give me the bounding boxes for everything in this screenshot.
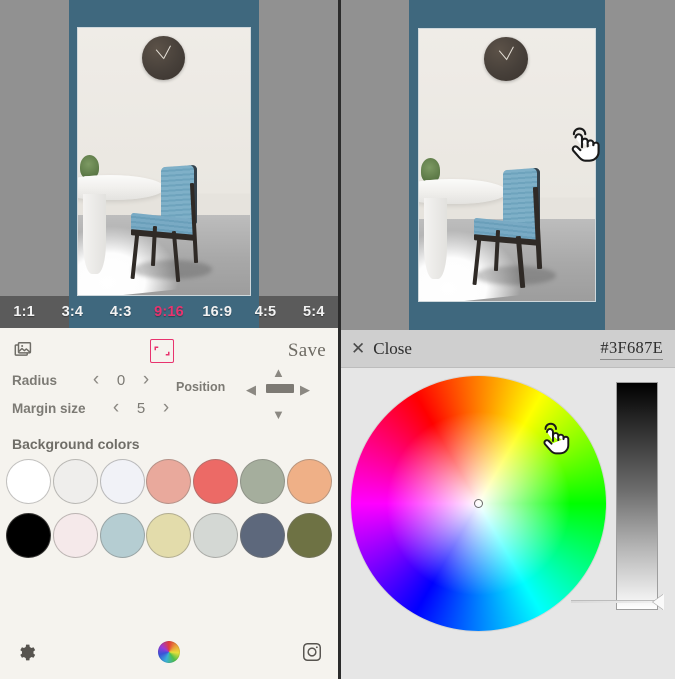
ratio-tab-4-5[interactable]: 4:5 [241,304,289,320]
ratio-tab-3-4[interactable]: 3:4 [48,304,96,320]
preview-photo [77,27,251,296]
close-label: Close [373,338,412,358]
brightness-slider[interactable] [571,382,663,610]
ratio-tab-9-16[interactable]: 9:16 [145,304,193,320]
ratio-tab-4-3[interactable]: 4:3 [97,304,145,320]
gear-icon[interactable] [14,640,38,664]
radius-decrement-button[interactable]: ‹ [84,369,108,391]
position-down-button[interactable]: ▼ [272,408,285,421]
swatch-lavender-white[interactable] [99,459,145,504]
brightness-slider-handle[interactable] [571,600,663,603]
bottom-toolbar [0,625,338,679]
scene-wall-clock [141,36,185,81]
color-picker-header: ✕ Close #3F687E [341,330,675,368]
scene-wall-clock-right [484,37,529,81]
margin-decrement-button[interactable]: ‹ [104,397,128,419]
wheel-cursor[interactable] [473,498,483,508]
scene-table-leg-right [424,197,448,280]
swatch-off-white[interactable] [52,459,98,504]
swatch-black[interactable] [6,513,51,558]
position-label: Position [176,380,226,394]
radius-value: 0 [116,371,126,389]
scene-table-leg [83,193,106,274]
swatch-coral-red[interactable] [193,459,239,504]
ratio-tab-5-4[interactable]: 5:4 [290,304,338,320]
position-up-button[interactable]: ▲ [272,366,285,379]
position-control: Position ▲ ◀ ▶ ▼ [176,352,324,424]
swatch-cream-yellow[interactable] [146,513,192,558]
camera-icon[interactable] [300,640,324,664]
aspect-ratio-bar: 1:1 3:4 4:3 9:16 16:9 4:5 5:4 [0,296,338,328]
margin-stepper: ‹ 5 › [104,397,178,419]
position-center-button[interactable] [266,384,294,393]
tap-hand-cursor-wheel [529,414,577,462]
hex-value-field[interactable]: #3F687E [600,338,663,360]
ratio-tab-16-9[interactable]: 16:9 [193,304,241,320]
ratio-tab-1-1[interactable]: 1:1 [0,304,48,320]
position-right-button[interactable]: ▶ [300,383,310,396]
color-picker-panel: ✕ Close #3F687E [341,0,675,679]
background-colors-row-2 [0,513,338,558]
controls-area: Save Radius ‹ 0 › Margin size ‹ 5 › Posi… [0,328,338,679]
gallery-icon[interactable] [12,339,36,363]
preview-canvas-background [69,0,259,296]
editor-panel: 1:1 3:4 4:3 9:16 16:9 4:5 5:4 Save Radiu… [0,0,338,679]
margin-size-label: Margin size [12,400,86,416]
swatch-white[interactable] [6,459,51,504]
scene-chair-shadow [133,260,213,279]
radius-stepper: ‹ 0 › [84,369,158,391]
expand-icon[interactable] [149,338,174,363]
swatch-slate-blue[interactable] [240,513,286,558]
scene-chair-shadow-right [475,265,557,285]
scene-wall [78,28,250,295]
color-picker-body [341,368,675,679]
color-wheel-wrapper [351,376,606,631]
position-left-button[interactable]: ◀ [246,383,256,396]
swatch-pale-blue[interactable] [99,513,145,558]
swatch-blush-pink[interactable] [52,513,98,558]
background-colors-title: Background colors [12,436,140,452]
image-preview[interactable] [0,0,338,296]
radius-label: Radius [12,372,58,388]
margin-value: 5 [136,399,146,417]
app-root: 1:1 3:4 4:3 9:16 16:9 4:5 5:4 Save Radiu… [0,0,675,679]
tap-hand-cursor [556,118,608,170]
color-wheel-icon[interactable] [158,641,180,663]
swatch-light-gray[interactable] [193,513,239,558]
swatch-olive-green[interactable] [286,513,332,558]
close-button[interactable]: ✕ Close [351,339,412,359]
radius-increment-button[interactable]: › [134,369,158,391]
background-colors-row-1 [0,459,338,504]
swatch-salmon-pink[interactable] [146,459,192,504]
margin-increment-button[interactable]: › [154,397,178,419]
close-icon: ✕ [351,339,366,358]
swatch-peach[interactable] [286,459,332,504]
image-preview-right[interactable] [341,0,675,330]
controls-grid: Radius ‹ 0 › Margin size ‹ 5 › Position … [0,366,338,422]
swatch-sage-green[interactable] [240,459,286,504]
